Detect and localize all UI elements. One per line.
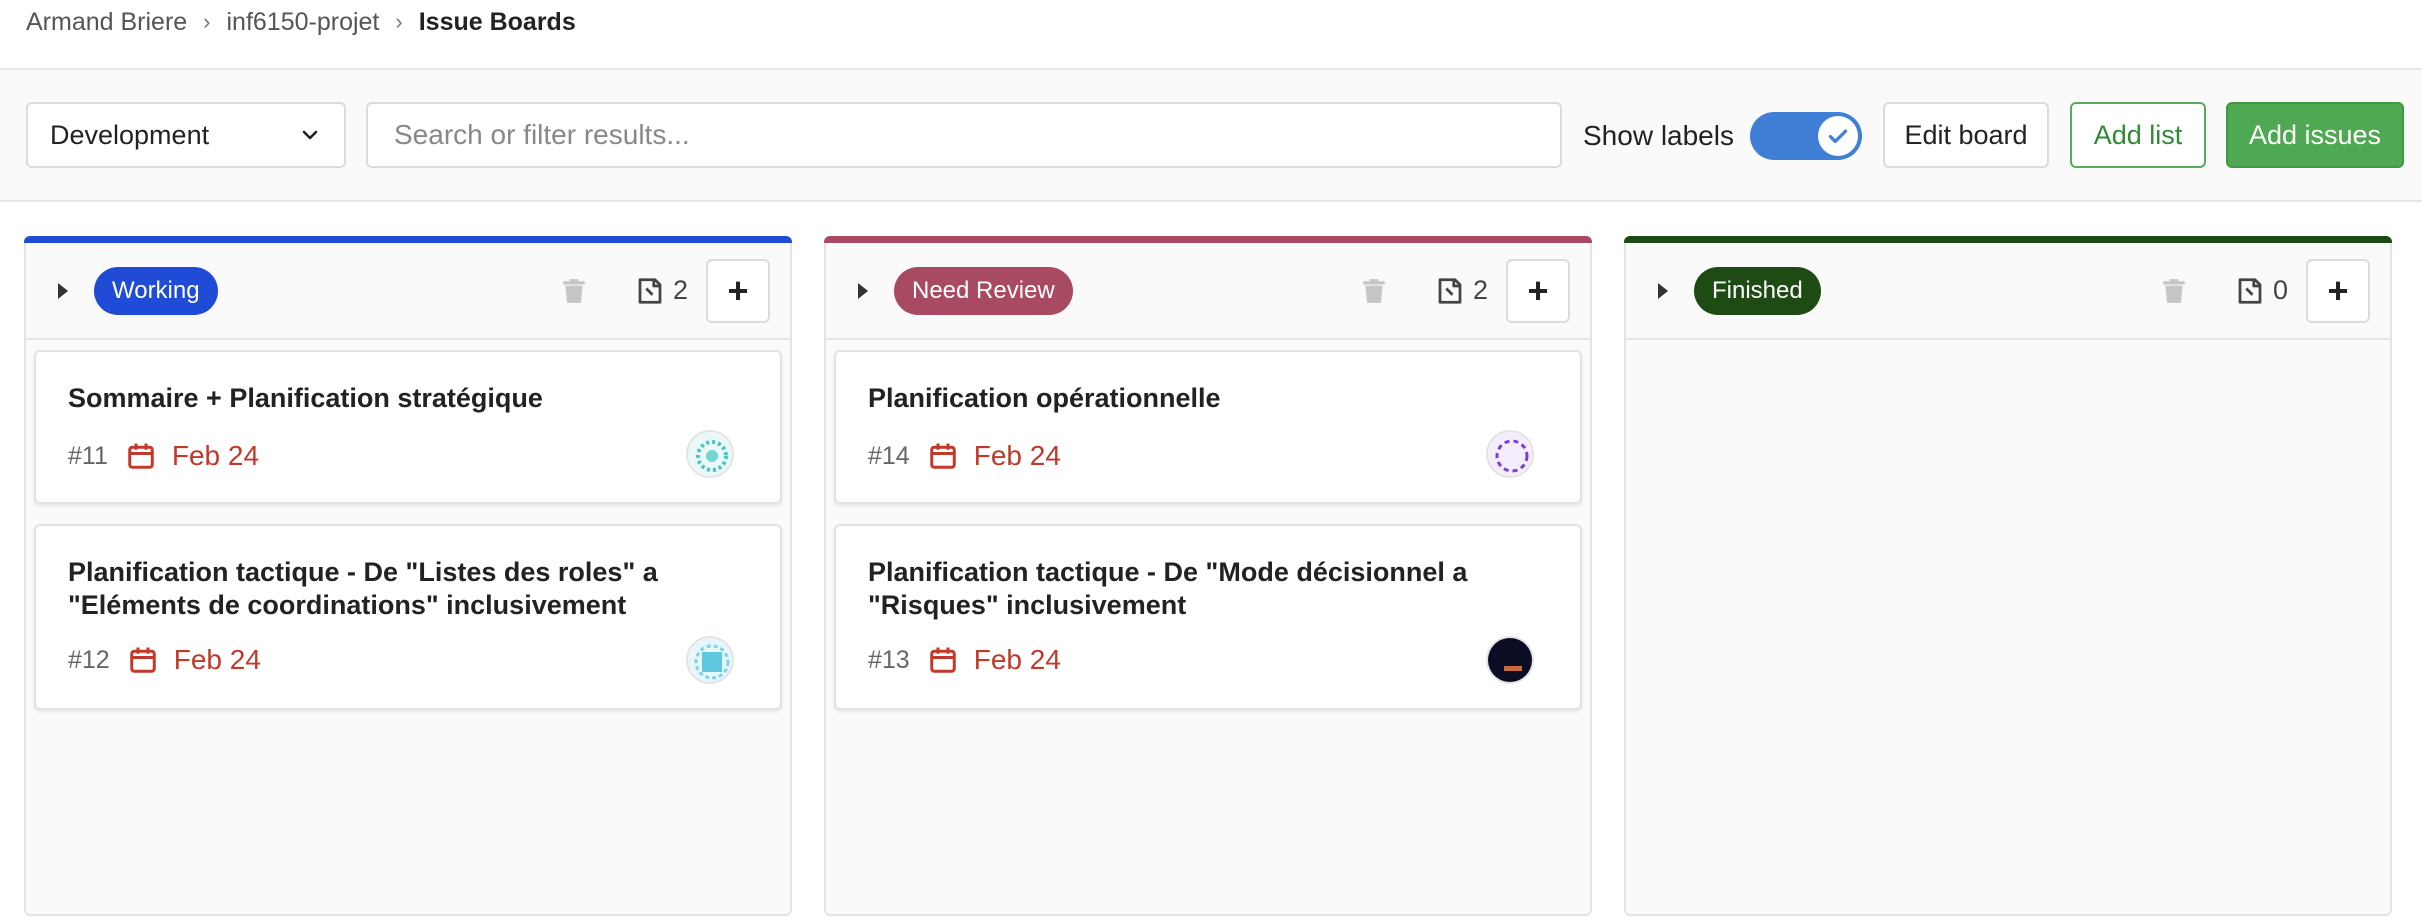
calendar-icon: [129, 647, 156, 673]
issue-due-date: Feb 24: [173, 644, 261, 675]
issues-count: 2: [1472, 275, 1488, 305]
list-color-bar: [824, 236, 1592, 243]
chevron-right-icon: ›: [203, 9, 211, 34]
filter-bar: Development Show labels Edit board Add l…: [0, 70, 2422, 202]
board-list-working: Working 2 + Sommaire + Planification str…: [24, 236, 792, 916]
list-label[interactable]: Finished: [1694, 266, 1821, 315]
breadcrumb: Armand Briere › inf6150-projet › Issue B…: [26, 0, 576, 44]
breadcrumb-current[interactable]: Issue Boards: [419, 8, 576, 37]
list-header: Finished 0 +: [1626, 243, 2390, 340]
avatar[interactable]: [686, 430, 734, 478]
issue-card[interactable]: Sommaire + Planification stratégique #11…: [34, 350, 782, 504]
trash-icon[interactable]: [2161, 277, 2187, 305]
search-input[interactable]: [394, 119, 1534, 151]
trash-icon[interactable]: [1361, 277, 1387, 305]
issue-due-date: Feb 24: [973, 644, 1061, 675]
issues-count-icon: [1438, 277, 1462, 304]
issue-number: #11: [68, 441, 108, 470]
list-color-bar: [24, 236, 792, 243]
issue-title[interactable]: Planification opérationnelle: [868, 382, 1490, 415]
issues-count-icon: [638, 277, 662, 304]
breadcrumb-user[interactable]: Armand Briere: [26, 8, 187, 37]
list-label[interactable]: Need Review: [894, 266, 1073, 315]
trash-icon[interactable]: [561, 277, 587, 305]
caret-right-icon[interactable]: [58, 282, 68, 299]
issue-due-date: Feb 24: [973, 440, 1061, 471]
issues-count: 2: [672, 275, 688, 305]
avatar[interactable]: [1486, 430, 1534, 478]
add-issue-button[interactable]: +: [706, 258, 770, 323]
issues-count: 0: [2272, 275, 2288, 305]
issue-meta: #14 Feb 24: [868, 440, 1061, 472]
add-list-button[interactable]: Add list: [2070, 102, 2206, 168]
toggle-knob: [1818, 116, 1858, 156]
calendar-icon: [929, 443, 956, 469]
chevron-down-icon: [302, 130, 318, 140]
chevron-right-icon: ›: [395, 9, 403, 34]
edit-board-button[interactable]: Edit board: [1883, 102, 2049, 168]
add-issues-button[interactable]: Add issues: [2226, 102, 2404, 168]
issues-count-icon: [2238, 277, 2262, 304]
calendar-icon: [128, 443, 154, 469]
search-box: [366, 102, 1562, 168]
issue-title[interactable]: Planification tactique - De "Listes des …: [68, 556, 690, 622]
add-issue-button[interactable]: +: [2306, 258, 2370, 323]
show-labels-toggle[interactable]: [1750, 112, 1862, 160]
issue-due-date: Feb 24: [171, 440, 260, 471]
show-labels-label: Show labels: [1583, 120, 1734, 151]
board-selector[interactable]: Development: [26, 102, 346, 168]
issue-card[interactable]: Planification tactique - De "Mode décisi…: [834, 524, 1582, 710]
avatar[interactable]: [686, 636, 734, 684]
issue-number: #13: [868, 645, 910, 674]
check-icon: [1828, 129, 1848, 144]
caret-right-icon[interactable]: [858, 282, 868, 299]
issue-card[interactable]: Planification tactique - De "Listes des …: [34, 524, 782, 710]
issue-title[interactable]: Sommaire + Planification stratégique: [68, 382, 690, 415]
issue-meta: #12 Feb 24: [68, 644, 261, 676]
calendar-icon: [929, 647, 956, 673]
board-list-finished: Finished 0 +: [1624, 236, 2392, 916]
add-issue-button[interactable]: +: [1506, 258, 1570, 323]
breadcrumb-project[interactable]: inf6150-projet: [227, 8, 380, 37]
issue-meta: #11 Feb 24: [68, 440, 259, 472]
avatar[interactable]: [1486, 636, 1534, 684]
issue-title[interactable]: Planification tactique - De "Mode décisi…: [868, 556, 1490, 622]
board-selector-label: Development: [50, 119, 210, 150]
caret-right-icon[interactable]: [1658, 282, 1668, 299]
issue-card[interactable]: Planification opérationnelle #14 Feb 24: [834, 350, 1582, 504]
list-label[interactable]: Working: [94, 266, 218, 315]
list-header: Need Review 2 +: [826, 243, 1590, 340]
issue-number: #14: [868, 441, 910, 470]
list-color-bar: [1624, 236, 2392, 243]
board-list-need-review: Need Review 2 + Planification opérationn…: [824, 236, 1592, 916]
issue-meta: #13 Feb 24: [868, 644, 1061, 676]
list-header: Working 2 +: [26, 243, 790, 340]
issue-number: #12: [68, 645, 110, 674]
